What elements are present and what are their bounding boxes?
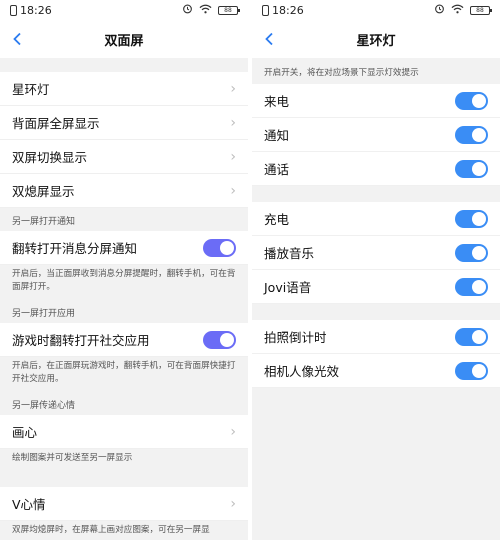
battery-icon: 88 xyxy=(470,5,492,15)
menu-item-star-ring-light[interactable]: 星环灯 › xyxy=(0,72,248,106)
toggle-group-media: 充电 播放音乐 Jovi语音 xyxy=(252,202,500,304)
toggle-switch[interactable] xyxy=(455,91,488,110)
alarm-icon xyxy=(182,3,193,17)
toggle-switch[interactable] xyxy=(455,243,488,262)
toggle-row-in-call[interactable]: 通话 xyxy=(252,152,500,186)
toggle-switch[interactable] xyxy=(455,361,488,380)
status-time: 18:26 xyxy=(262,4,304,17)
toggle-label: 播放音乐 xyxy=(264,246,315,261)
wifi-icon xyxy=(451,4,464,17)
toggle-label: 来电 xyxy=(264,94,290,109)
toggle-row-game-social[interactable]: 游戏时翻转打开社交应用 xyxy=(0,323,248,357)
chevron-right-icon: › xyxy=(230,114,236,131)
menu-item-label: 双屏切换显示 xyxy=(12,150,88,165)
phone-icon xyxy=(262,4,269,16)
toggle-switch[interactable] xyxy=(455,159,488,178)
toggle-group-camera: 拍照倒计时 相机人像光效 xyxy=(252,320,500,388)
section-description: 绘制图案并可发送至另一屏显示 xyxy=(0,449,248,471)
chevron-right-icon: › xyxy=(230,148,236,165)
battery-icon: 88 xyxy=(218,5,240,15)
section-header-mood: 另一屏传递心情 xyxy=(12,401,76,411)
screenshot-root: 18:26 88 双面屏 星环灯 › 背面屏全屏显示 › 双屏切换显示 › 双熄… xyxy=(0,0,500,540)
page-title: 双面屏 xyxy=(104,33,144,49)
toggle-switch[interactable] xyxy=(203,330,236,349)
menu-item-v-mood[interactable]: V心情 › xyxy=(0,487,248,521)
status-icons: 88 xyxy=(434,3,492,17)
chevron-right-icon: › xyxy=(230,80,236,97)
menu-item-dual-switch[interactable]: 双屏切换显示 › xyxy=(0,140,248,174)
nav-bar: 星环灯 xyxy=(252,20,500,58)
right-phone-screen: 18:26 88 星环灯 开启开关，将在对应场景下显示灯效提示 来电 通知 通话… xyxy=(252,0,500,540)
menu-item-label: 双熄屏显示 xyxy=(12,184,75,199)
menu-item-label: 画心 xyxy=(12,425,38,440)
toggle-label: 通话 xyxy=(264,162,290,177)
toggle-switch[interactable] xyxy=(455,277,488,296)
menu-item-dual-aod[interactable]: 双熄屏显示 › xyxy=(0,174,248,208)
hint-text: 开启开关，将在对应场景下显示灯效提示 xyxy=(264,68,419,78)
toggle-switch[interactable] xyxy=(455,209,488,228)
toggle-group-calls: 来电 通知 通话 xyxy=(252,84,500,186)
status-bar: 18:26 88 xyxy=(252,0,500,20)
section-description: 开启后，在正面屏玩游戏时，翻转手机，可在背面屏快捷打开社交应用。 xyxy=(0,357,248,392)
toggle-row-notification[interactable]: 通知 xyxy=(252,118,500,152)
toggle-label: 通知 xyxy=(264,128,290,143)
alarm-icon xyxy=(434,3,445,17)
status-bar: 18:26 88 xyxy=(0,0,248,20)
menu-item-label: 背面屏全屏显示 xyxy=(12,116,100,131)
chevron-right-icon: › xyxy=(230,182,236,199)
section-header-notifications: 另一屏打开通知 xyxy=(12,217,76,227)
section-header-apps: 另一屏打开应用 xyxy=(12,309,76,319)
menu-item-label: V心情 xyxy=(12,497,46,512)
toggle-switch[interactable] xyxy=(455,125,488,144)
toggle-row-music[interactable]: 播放音乐 xyxy=(252,236,500,270)
toggle-label: 翻转打开消息分屏通知 xyxy=(12,241,138,256)
wifi-icon xyxy=(199,4,212,17)
back-icon[interactable] xyxy=(12,20,22,58)
toggle-label: 充电 xyxy=(264,212,290,227)
nav-bar: 双面屏 xyxy=(0,20,248,58)
back-icon[interactable] xyxy=(264,20,274,58)
toggle-label: Jovi语音 xyxy=(264,280,312,295)
toggle-row-charging[interactable]: 充电 xyxy=(252,202,500,236)
status-time-text: 18:26 xyxy=(272,3,304,17)
chevron-right-icon: › xyxy=(230,423,236,440)
toggle-row-portrait-light[interactable]: 相机人像光效 xyxy=(252,354,500,388)
menu-item-label: 星环灯 xyxy=(12,82,50,97)
toggle-label: 拍照倒计时 xyxy=(264,330,327,345)
toggle-switch[interactable] xyxy=(455,327,488,346)
toggle-row-photo-countdown[interactable]: 拍照倒计时 xyxy=(252,320,500,354)
menu-item-back-fullscreen[interactable]: 背面屏全屏显示 › xyxy=(0,106,248,140)
section-description: 双屏均熄屏时，在屏幕上画对应图案，可在另一屏显 xyxy=(0,521,248,540)
page-title: 星环灯 xyxy=(356,33,396,49)
status-icons: 88 xyxy=(182,3,240,17)
toggle-switch[interactable] xyxy=(203,238,236,257)
menu-item-draw-heart[interactable]: 画心 › xyxy=(0,415,248,449)
toggle-label: 相机人像光效 xyxy=(264,364,340,379)
toggle-row-jovi-voice[interactable]: Jovi语音 xyxy=(252,270,500,304)
status-time: 18:26 xyxy=(10,4,52,17)
toggle-row-incoming-call[interactable]: 来电 xyxy=(252,84,500,118)
status-time-text: 18:26 xyxy=(20,3,52,17)
section-description: 开启后，当正面屏收到消息分屏提醒时，翻转手机，可在背面屏打开。 xyxy=(0,265,248,300)
chevron-right-icon: › xyxy=(230,495,236,512)
left-phone-screen: 18:26 88 双面屏 星环灯 › 背面屏全屏显示 › 双屏切换显示 › 双熄… xyxy=(0,0,248,540)
toggle-label: 游戏时翻转打开社交应用 xyxy=(12,333,150,348)
phone-icon xyxy=(10,4,17,16)
toggle-row-flip-notifications[interactable]: 翻转打开消息分屏通知 xyxy=(0,231,248,265)
